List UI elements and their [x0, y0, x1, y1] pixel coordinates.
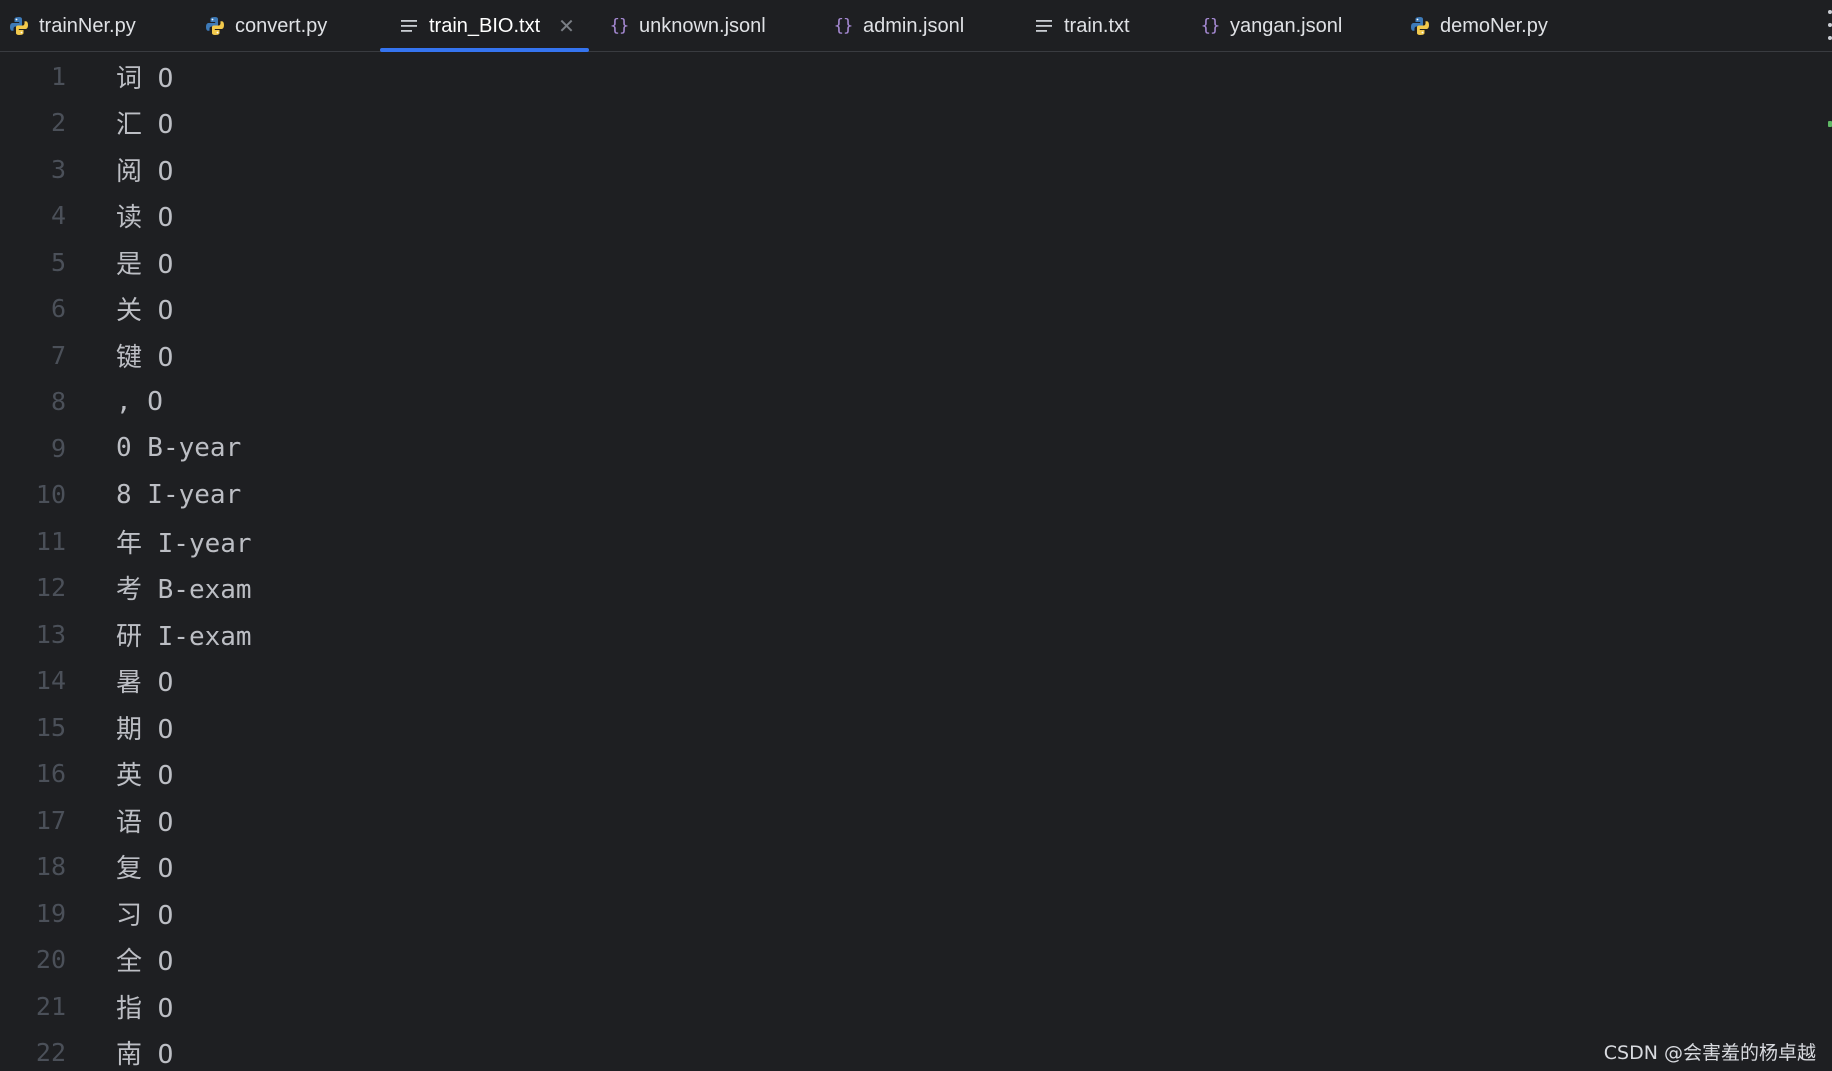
line-text[interactable]: 指 O	[116, 988, 173, 1025]
tab-yangan-jsonl[interactable]: {} yangan.jsonl	[1199, 0, 1343, 52]
code-line: 10 8 I-year	[0, 472, 1832, 518]
line-text[interactable]: 英 O	[116, 755, 173, 792]
line-number: 22	[35, 1038, 66, 1067]
line-number: 12	[35, 573, 66, 602]
line-text[interactable]: 复 O	[116, 848, 173, 885]
code-line: 3 阅 O	[0, 146, 1832, 192]
code-line: 7 键 O	[0, 332, 1832, 378]
line-text[interactable]: 8 I-year	[116, 480, 241, 510]
code-line: 19 习 O	[0, 890, 1832, 936]
code-line: 20 全 O	[0, 937, 1832, 983]
code-line: 4 读 O	[0, 193, 1832, 239]
line-text[interactable]: 暑 O	[116, 662, 173, 699]
code-line: 2 汇 O	[0, 100, 1832, 146]
tab-label: train_BIO.txt	[429, 14, 541, 37]
close-icon[interactable]: ✕	[558, 14, 575, 39]
tab-label: convert.py	[235, 14, 328, 37]
tab-demoner-py[interactable]: demoNer.py	[1409, 0, 1548, 52]
line-number: 7	[50, 340, 66, 370]
line-number: 10	[35, 480, 66, 509]
tab-trainner-py[interactable]: trainNer.py	[8, 0, 136, 52]
line-text[interactable]: 0 B-year	[116, 433, 241, 463]
tab-convert-py[interactable]: convert.py	[204, 0, 327, 52]
line-text[interactable]: 是 O	[116, 244, 173, 281]
line-number: 4	[50, 201, 66, 230]
tab-label: trainNer.py	[39, 14, 136, 37]
line-text[interactable]: 年 I-year	[116, 523, 252, 560]
line-text[interactable]: 全 O	[116, 941, 173, 978]
tab-label: yangan.jsonl	[1230, 14, 1343, 37]
line-text[interactable]: 汇 O	[116, 104, 173, 141]
line-number: 1	[50, 61, 66, 91]
line-text[interactable]: , O	[116, 387, 163, 417]
code-line: 12 考 B-exam	[0, 565, 1832, 611]
code-line: 18 复 O	[0, 844, 1832, 890]
watermark: CSDN @会害羞的杨卓越	[1603, 1042, 1816, 1064]
python-icon	[1409, 15, 1431, 37]
code-line: 6 关 O	[0, 286, 1832, 332]
json-icon: {}	[1200, 16, 1220, 36]
line-number: 9	[50, 433, 66, 463]
line-number: 8	[50, 387, 66, 416]
code-line: 1 词 O	[0, 53, 1832, 99]
editor-tab-bar: trainNer.py convert.py train_BIO.txt ✕ {…	[0, 0, 1832, 52]
code-line: 14 暑 O	[0, 658, 1832, 704]
line-text[interactable]: 词 O	[116, 58, 173, 95]
tab-train-bio-txt[interactable]: train_BIO.txt ✕	[398, 0, 575, 52]
code-line: 5 是 O	[0, 239, 1832, 285]
text-file-icon	[398, 15, 420, 37]
code-line: 13 研 I-exam	[0, 611, 1832, 657]
code-line: 17 语 O	[0, 797, 1832, 843]
tab-label: train.txt	[1064, 14, 1130, 37]
line-text[interactable]: 阅 O	[116, 151, 173, 188]
line-number: 5	[50, 247, 66, 277]
line-number: 14	[35, 666, 66, 695]
tab-label: admin.jsonl	[863, 14, 965, 37]
line-number: 2	[50, 108, 66, 137]
editor-area[interactable]: 1 词 O 2 汇 O 3 阅 O 4 读 O 5 是 O 6 关 O 7 键 …	[0, 53, 1832, 1071]
tab-label: demoNer.py	[1440, 14, 1548, 37]
json-icon: {}	[833, 16, 853, 36]
line-number: 16	[35, 759, 66, 788]
line-number: 6	[50, 294, 66, 323]
line-number: 13	[35, 619, 66, 649]
tab-unknown-jsonl[interactable]: {} unknown.jsonl	[608, 0, 766, 52]
line-number: 15	[35, 712, 66, 742]
line-text[interactable]: 关 O	[116, 290, 173, 327]
line-text[interactable]: 读 O	[116, 197, 173, 234]
active-tab-indicator	[380, 48, 589, 52]
python-icon	[204, 15, 226, 37]
code-line: 21 指 O	[0, 983, 1832, 1029]
line-number: 17	[35, 805, 66, 835]
line-text[interactable]: 南 O	[116, 1034, 173, 1071]
line-number: 20	[35, 945, 66, 974]
tab-admin-jsonl[interactable]: {} admin.jsonl	[832, 0, 964, 52]
python-icon	[8, 15, 30, 37]
code-line: 15 期 O	[0, 704, 1832, 750]
line-number: 3	[50, 154, 66, 184]
code-line: 9 0 B-year	[0, 425, 1832, 471]
line-number: 11	[35, 526, 66, 556]
line-text[interactable]: 期 O	[116, 709, 173, 746]
line-text[interactable]: 习 O	[116, 895, 173, 932]
line-number: 21	[35, 991, 66, 1021]
code-line: 11 年 I-year	[0, 518, 1832, 564]
tab-train-txt[interactable]: train.txt	[1033, 0, 1130, 52]
more-options-icon[interactable]	[1822, 10, 1832, 40]
line-number: 18	[35, 852, 66, 881]
line-text[interactable]: 语 O	[116, 802, 173, 839]
code-line: 16 英 O	[0, 751, 1832, 797]
code-line: 8 , O	[0, 379, 1832, 425]
line-text[interactable]: 研 I-exam	[116, 616, 252, 653]
json-icon: {}	[609, 16, 629, 36]
line-number: 19	[35, 898, 66, 928]
tab-label: unknown.jsonl	[639, 14, 766, 37]
line-text[interactable]: 考 B-exam	[116, 569, 252, 606]
text-file-icon	[1033, 15, 1055, 37]
code-line: 22 南 O	[0, 1030, 1832, 1071]
line-text[interactable]: 键 O	[116, 337, 173, 374]
